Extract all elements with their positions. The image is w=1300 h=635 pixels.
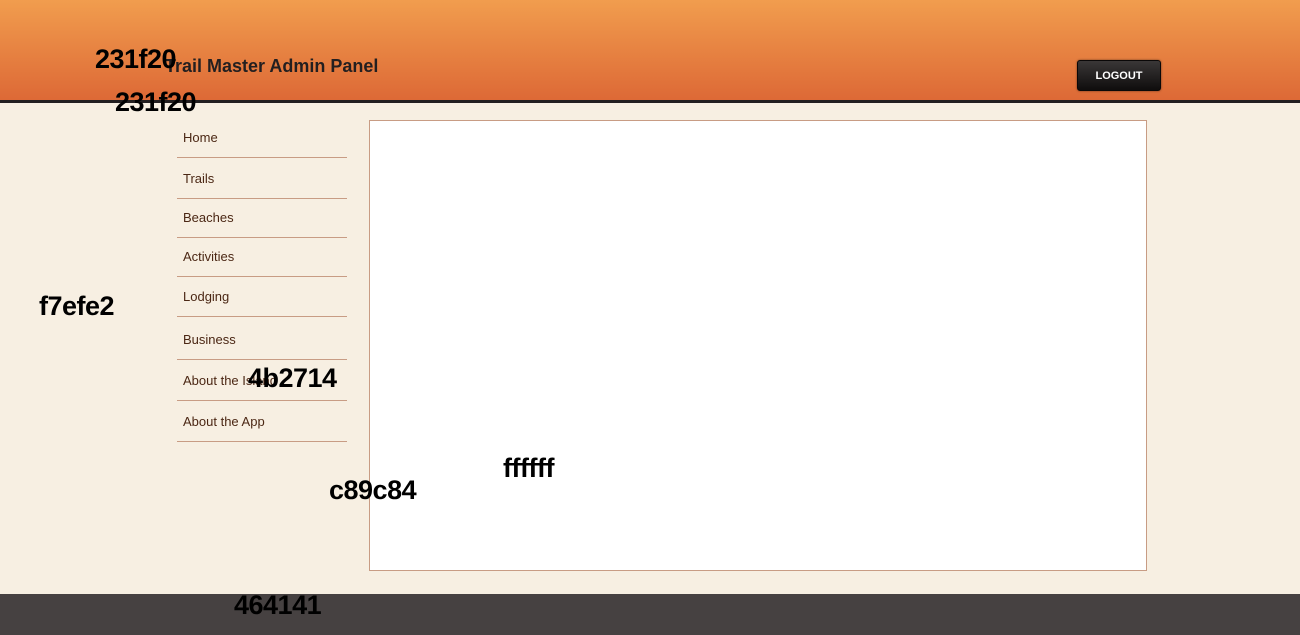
color-label-nav-text: 4b2714: [248, 363, 337, 393]
sidebar-item-trails[interactable]: Trails: [177, 159, 347, 199]
sidebar-item-label: Beaches: [183, 210, 234, 225]
color-label-header-border: 231f20: [115, 87, 197, 117]
sidebar-item-business[interactable]: Business: [177, 320, 347, 360]
color-label-border: c89c84: [329, 475, 417, 505]
sidebar-item-label: Activities: [183, 249, 235, 264]
color-label-footer: 464141: [234, 590, 322, 620]
sidebar-item-label: About the App: [183, 414, 265, 429]
sidebar-item-label: Business: [183, 332, 236, 347]
color-label-header-text: 231f20: [95, 44, 177, 74]
logout-button[interactable]: LOGOUT: [1077, 60, 1161, 91]
sidebar-item-label: Lodging: [183, 289, 230, 304]
sidebar-item-beaches[interactable]: Beaches: [177, 198, 347, 238]
app-title: Trail Master Admin Panel: [165, 56, 379, 76]
sidebar-item-about-app[interactable]: About the App: [177, 402, 347, 442]
color-label-page-background: f7efe2: [39, 291, 115, 321]
color-label-content-background: ffffff: [503, 453, 554, 483]
footer-bar: [0, 594, 1300, 635]
sidebar-item-activities[interactable]: Activities: [177, 237, 347, 277]
main-content-panel: [369, 120, 1147, 571]
sidebar-item-home[interactable]: Home: [177, 118, 347, 158]
sidebar-item-label: Home: [183, 130, 218, 145]
sidebar-item-lodging[interactable]: Lodging: [177, 277, 347, 317]
sidebar-item-label: Trails: [183, 171, 215, 186]
